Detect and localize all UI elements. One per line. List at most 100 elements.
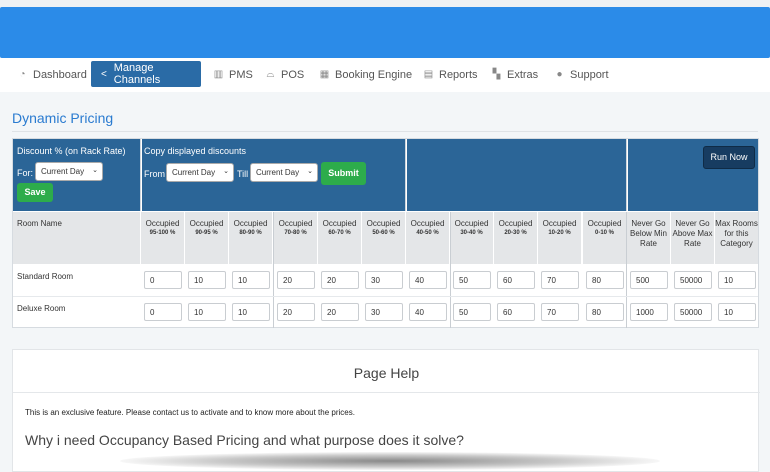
discount-input-0-3[interactable]: 20 <box>277 271 315 289</box>
discount-input-0-9[interactable]: 70 <box>541 271 579 289</box>
chevron-down-icon: ⌄ <box>92 167 98 174</box>
copy-header: Copy displayed discounts From Current Da… <box>142 139 406 211</box>
occ-header-1: Occupied 90-95 % <box>185 212 229 264</box>
min-rate-input-standard[interactable]: 500 <box>630 271 668 289</box>
max-rooms-input-deluxe[interactable]: 10 <box>718 303 756 321</box>
nav-extras[interactable]: ▚ Extras <box>491 61 539 88</box>
min-rate-header: Never Go Below Min Rate <box>627 212 671 264</box>
discount-input-1-7[interactable]: 50 <box>453 303 491 321</box>
for-label: For: <box>17 168 34 178</box>
discount-input-1-1[interactable]: 10 <box>188 303 226 321</box>
discount-input-0-0[interactable]: 0 <box>144 271 182 289</box>
discount-input-1-6[interactable]: 40 <box>409 303 447 321</box>
nav-extras-label: Extras <box>507 68 539 81</box>
occ-header-0-top: Occupied <box>145 219 180 228</box>
group-separator <box>273 212 274 328</box>
max-rate-input-standard[interactable]: 50000 <box>674 271 712 289</box>
max-rooms-header-label: Max Rooms for this Category <box>715 219 758 248</box>
discount-input-1-9[interactable]: 70 <box>541 303 579 321</box>
cloche-icon: ⌓ <box>266 69 275 80</box>
help-question: Why i need Occupancy Based Pricing and w… <box>25 432 464 448</box>
nav-support-label: Support <box>570 68 609 81</box>
discount-input-1-2[interactable]: 10 <box>232 303 270 321</box>
occ-header-5-top: Occupied <box>366 219 401 228</box>
nav-dashboard[interactable]: ◔ Dashboard <box>17 61 86 88</box>
occ-header-7-range: 30-40 % <box>460 230 483 236</box>
discount-input-0-7[interactable]: 50 <box>453 271 491 289</box>
discount-header: Discount % (on Rack Rate) For: Current D… <box>13 139 141 211</box>
occ-header-1-top: Occupied <box>189 219 224 228</box>
help-title: Page Help <box>353 365 420 381</box>
discount-input-0-4[interactable]: 20 <box>321 271 359 289</box>
nav-booking-engine-label: Booking Engine <box>335 68 413 81</box>
group-separator <box>450 212 451 328</box>
discount-input-1-8[interactable]: 60 <box>497 303 535 321</box>
occ-header-2-range: 80-90 % <box>239 230 262 236</box>
occ-header-5-range: 50-60 % <box>372 230 395 236</box>
occ-header-10-range: 0-10 % <box>594 230 614 236</box>
room-name-standard: Standard Room <box>17 272 74 281</box>
main-nav: ◔ Dashboard < Manage Channels ▥ PMS ⌓ PO… <box>0 58 770 92</box>
for-day-select[interactable]: Current Day ⌄ <box>35 162 103 181</box>
occ-header-3-top: Occupied <box>278 219 313 228</box>
from-label: From <box>144 169 165 179</box>
discount-label: Discount % (on Rack Rate) <box>17 146 126 156</box>
save-button[interactable]: Save <box>17 183 53 202</box>
discount-input-1-10[interactable]: 80 <box>586 303 624 321</box>
occ-header-5: Occupied 50-60 % <box>362 212 406 264</box>
discount-input-1-5[interactable]: 30 <box>365 303 403 321</box>
nav-pos[interactable]: ⌓ POS <box>265 61 305 88</box>
discount-input-0-6[interactable]: 40 <box>409 271 447 289</box>
occ-header-4-range: 60-70 % <box>328 230 351 236</box>
max-rate-header: Never Go Above Max Rate <box>671 212 715 264</box>
group-separator <box>626 212 627 328</box>
min-rate-header-label: Never Go Below Min Rate <box>630 219 667 248</box>
clipboard-icon: ▤ <box>423 69 434 80</box>
occ-header-4-top: Occupied <box>322 219 357 228</box>
discount-input-0-1[interactable]: 10 <box>188 271 226 289</box>
for-day-select-value: Current Day <box>41 167 85 176</box>
till-day-select-value: Current Day <box>256 168 300 177</box>
occ-header-6: Occupied 40-50 % <box>406 212 450 264</box>
nav-reports[interactable]: ▤ Reports <box>423 61 478 88</box>
discount-input-0-10[interactable]: 80 <box>586 271 624 289</box>
nav-manage-channels-label: Manage Channels <box>113 62 161 86</box>
run-now-button[interactable]: Run Now <box>703 146 755 169</box>
occ-header-8: Occupied 20-30 % <box>494 212 538 264</box>
submit-button[interactable]: Submit <box>321 162 366 185</box>
room-name-deluxe: Deluxe Room <box>17 304 66 313</box>
title-divider <box>12 131 758 132</box>
occ-header-3: Occupied 70-80 % <box>274 212 318 264</box>
occ-header-7-top: Occupied <box>454 219 489 228</box>
run-header: Run Now <box>628 139 758 211</box>
nav-manage-channels[interactable]: < Manage Channels <box>91 61 201 87</box>
max-rooms-header: Max Rooms for this Category <box>715 212 758 264</box>
discount-input-0-8[interactable]: 60 <box>497 271 535 289</box>
nav-booking-engine[interactable]: ▦ Booking Engine <box>319 61 412 88</box>
from-day-select-value: Current Day <box>172 168 216 177</box>
grid-icon: ▚ <box>492 69 501 80</box>
top-header-bar <box>0 7 770 58</box>
max-rooms-input-standard[interactable]: 10 <box>718 271 756 289</box>
discount-input-1-0[interactable]: 0 <box>144 303 182 321</box>
from-day-select[interactable]: Current Day ⌄ <box>166 163 234 182</box>
help-text: This is an exclusive feature. Please con… <box>25 408 355 417</box>
occ-header-8-range: 20-30 % <box>504 230 527 236</box>
till-day-select[interactable]: Current Day ⌄ <box>250 163 318 182</box>
help-divider <box>13 392 760 393</box>
max-rate-header-label: Never Go Above Max Rate <box>672 219 713 248</box>
occ-header-2: Occupied 80-90 % <box>229 212 273 264</box>
occ-header-0: Occupied 95-100 % <box>141 212 185 264</box>
min-rate-input-deluxe[interactable]: 1000 <box>630 303 668 321</box>
max-rate-input-deluxe[interactable]: 50000 <box>674 303 712 321</box>
occ-header-10-top: Occupied <box>587 219 622 228</box>
row-divider <box>13 296 758 297</box>
nav-pms[interactable]: ▥ PMS <box>213 61 253 88</box>
discount-input-1-4[interactable]: 20 <box>321 303 359 321</box>
discount-input-0-5[interactable]: 30 <box>365 271 403 289</box>
room-name-header-label: Room Name <box>17 219 62 228</box>
nav-support[interactable]: ● Support <box>554 61 609 88</box>
discount-input-1-3[interactable]: 20 <box>277 303 315 321</box>
nav-reports-label: Reports <box>439 68 478 81</box>
discount-input-0-2[interactable]: 10 <box>232 271 270 289</box>
